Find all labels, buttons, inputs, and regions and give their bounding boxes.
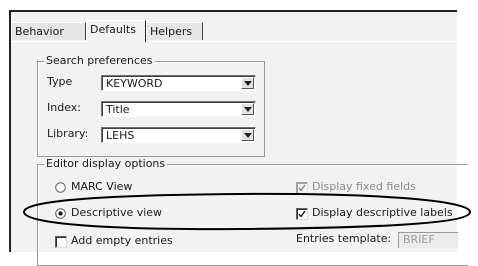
check-icon (298, 210, 306, 218)
library-value: LEHS (106, 129, 135, 142)
properties-panel: Behavior Helpers Defaults Search prefere… (9, 10, 468, 266)
library-label: Library: (47, 127, 89, 140)
tab-helpers[interactable]: Helpers (146, 22, 203, 40)
tab-strip: Behavior Helpers Defaults (11, 20, 457, 42)
marc-view-radio[interactable] (55, 182, 66, 193)
index-dropdown[interactable]: Title (101, 101, 256, 117)
editor-display-options-title: Editor display options (44, 157, 168, 170)
search-preferences-title: Search preferences (44, 54, 155, 67)
add-empty-entries-checkbox[interactable] (55, 236, 67, 248)
tab-defaults[interactable]: Defaults (86, 20, 146, 42)
display-descriptive-labels-checkbox[interactable] (296, 208, 308, 220)
tab-behavior-label: Behavior (15, 25, 64, 38)
display-fixed-fields-checkbox[interactable] (296, 182, 308, 194)
add-empty-entries-label: Add empty entries (71, 234, 173, 247)
check-icon (298, 184, 306, 192)
display-fixed-fields-label: Display fixed fields (312, 180, 416, 193)
type-label: Type (47, 75, 73, 88)
tab-behavior[interactable]: Behavior (11, 22, 86, 40)
editor-display-options-group: Editor display options MARC View Display… (37, 157, 468, 266)
tab-defaults-label: Defaults (90, 23, 136, 36)
search-preferences-group: Search preferences Type KEYWORD Index: T… (37, 54, 265, 157)
entries-template-label: Entries template: (296, 232, 392, 245)
type-dropdown[interactable]: KEYWORD (101, 75, 256, 91)
chevron-down-icon[interactable] (241, 129, 254, 141)
chevron-down-icon[interactable] (241, 77, 254, 89)
index-label: Index: (47, 101, 81, 114)
descriptive-view-label: Descriptive view (71, 206, 163, 219)
chevron-down-icon[interactable] (241, 103, 254, 115)
index-value: Title (106, 103, 130, 116)
tab-helpers-label: Helpers (150, 25, 193, 38)
library-dropdown[interactable]: LEHS (101, 127, 256, 143)
marc-view-label: MARC View (71, 180, 133, 193)
entries-template-field[interactable]: BRIEF (398, 232, 458, 248)
tab-divider (11, 41, 457, 42)
display-descriptive-labels-label: Display descriptive labels (312, 206, 453, 219)
type-value: KEYWORD (106, 77, 163, 90)
descriptive-view-radio[interactable] (55, 208, 66, 219)
